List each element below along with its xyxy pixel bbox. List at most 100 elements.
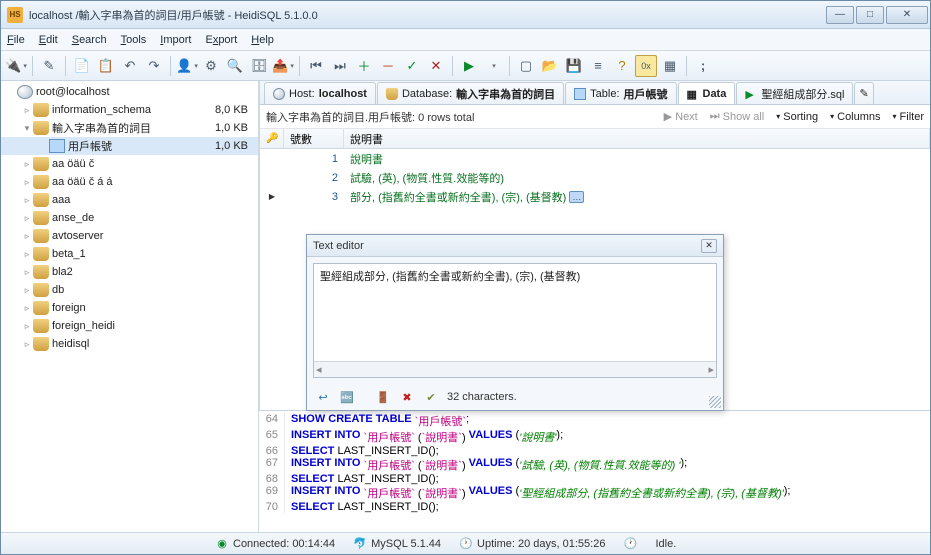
table-row[interactable]: 1說明書 bbox=[260, 149, 930, 168]
tool-open-icon[interactable]: 📂 bbox=[539, 55, 561, 77]
tool-settings-icon[interactable]: ⚙ bbox=[200, 55, 222, 77]
close-button[interactable]: ✕ bbox=[886, 6, 928, 24]
tool-run-icon[interactable]: ▶ bbox=[458, 55, 480, 77]
tree-item[interactable]: 用戶帳號1,0 KB bbox=[1, 137, 258, 155]
tool-grid-icon[interactable]: ▦ bbox=[659, 55, 681, 77]
mysql-icon: 🐬 bbox=[353, 537, 367, 551]
tool-stop-icon[interactable]: ; bbox=[692, 55, 714, 77]
col-header-2[interactable]: 說明書 bbox=[344, 129, 930, 148]
wrap-icon[interactable]: ↩ bbox=[315, 389, 331, 405]
next-icon: ▶ bbox=[664, 110, 672, 123]
tree-item[interactable]: ▹foreign_heidi bbox=[1, 317, 258, 335]
expand-cell-icon[interactable]: … bbox=[569, 191, 584, 203]
tree-item[interactable]: ▹anse_de bbox=[1, 209, 258, 227]
tool-search-icon[interactable]: 🔍 bbox=[224, 55, 246, 77]
text-editor-dialog[interactable]: Text editor ✕ 聖經組成部分, (指舊約全書或新約全書), (宗),… bbox=[306, 234, 724, 411]
text-editor-close-icon[interactable]: ✕ bbox=[701, 239, 717, 253]
showall-icon: ⏭ bbox=[710, 110, 720, 123]
tree-item[interactable]: ▾輸入字串為首的詞目1,0 KB bbox=[1, 119, 258, 137]
tree-item[interactable]: ▹beta_1 bbox=[1, 245, 258, 263]
tool-copy-icon[interactable]: 📄 bbox=[71, 55, 93, 77]
tool-apply-icon[interactable]: ✓ bbox=[401, 55, 423, 77]
connected-icon: ◉ bbox=[215, 537, 229, 551]
text-editor-textarea[interactable]: 聖經組成部分, (指舊約全書或新約全書), (宗), (基督教) ◂▸ bbox=[313, 263, 717, 378]
status-idle: Idle. bbox=[655, 538, 676, 550]
table-row[interactable]: 2試驗, (英), (物質.性質.效能等的) bbox=[260, 168, 930, 187]
tool-newfile-icon[interactable]: ▢ bbox=[515, 55, 537, 77]
tool-snippets-icon[interactable]: ≡ bbox=[587, 55, 609, 77]
tool-users-icon[interactable]: 👤 bbox=[176, 55, 198, 77]
sidebar[interactable]: root@localhost▹information_schema8,0 KB▾… bbox=[1, 81, 259, 532]
char-count: 32 characters. bbox=[447, 391, 517, 403]
menu-export[interactable]: Export bbox=[205, 34, 237, 46]
app-icon: HS bbox=[7, 7, 23, 23]
tree-item[interactable]: root@localhost bbox=[1, 83, 258, 101]
tab-host[interactable]: Host: localhost bbox=[264, 82, 376, 104]
font-icon[interactable]: 🔤 bbox=[339, 389, 355, 405]
maximize-button[interactable]: □ bbox=[856, 6, 884, 24]
status-server-time-icon: 🕐 bbox=[623, 537, 637, 551]
tool-new-icon[interactable]: ✎ bbox=[38, 55, 60, 77]
tab-sql[interactable]: ▶聖經組成部分.sql bbox=[736, 82, 853, 104]
text-editor-ok-icon[interactable]: ✔ bbox=[423, 389, 439, 405]
tool-first-icon[interactable]: ⏮ bbox=[305, 55, 327, 77]
titlebar[interactable]: HS localhost /輸入字串為首的詞目/用戶帳號 - HeidiSQL … bbox=[1, 1, 930, 29]
tool-help-icon[interactable]: ? bbox=[611, 55, 633, 77]
text-editor-apply-icon[interactable]: 🚪 bbox=[375, 389, 391, 405]
menu-import[interactable]: Import bbox=[160, 34, 191, 46]
tool-flush-icon[interactable]: 🗄 bbox=[248, 55, 270, 77]
tool-undo-icon[interactable]: ↶ bbox=[119, 55, 141, 77]
tool-add-icon[interactable]: ＋ bbox=[353, 55, 375, 77]
tool-hex-icon[interactable]: 0x bbox=[635, 55, 657, 77]
tool-run-menu-icon[interactable] bbox=[482, 55, 504, 77]
sorting-button[interactable]: ▾Sorting bbox=[776, 111, 818, 123]
showall-button[interactable]: ⏭Show all bbox=[710, 110, 764, 123]
minimize-button[interactable]: — bbox=[826, 6, 854, 24]
tab-table[interactable]: Table: 用戶帳號 bbox=[565, 82, 676, 104]
tool-remove-icon[interactable]: － bbox=[377, 55, 399, 77]
next-button[interactable]: ▶Next bbox=[664, 110, 698, 123]
tab-data[interactable]: ▦Data bbox=[678, 82, 736, 104]
tree-item[interactable]: ▹foreign bbox=[1, 299, 258, 317]
menu-tools[interactable]: Tools bbox=[121, 34, 147, 46]
app-window: HS localhost /輸入字串為首的詞目/用戶帳號 - HeidiSQL … bbox=[0, 0, 931, 555]
toolbar: 🔌 ✎ 📄 📋 ↶ ↷ 👤 ⚙ 🔍 🗄 📤 ⏮ ⏭ ＋ － ✓ ✕ ▶ ▢ 📂 … bbox=[1, 51, 930, 81]
tool-cancel-icon[interactable]: ✕ bbox=[425, 55, 447, 77]
tool-save-icon[interactable]: 💾 bbox=[563, 55, 585, 77]
tree-item[interactable]: ▹aaa bbox=[1, 191, 258, 209]
menu-help[interactable]: Help bbox=[251, 34, 274, 46]
tab-database[interactable]: Database: 輸入字串為首的詞目 bbox=[377, 82, 564, 104]
menu-edit[interactable]: Edit bbox=[39, 34, 58, 46]
tool-paste-icon[interactable]: 📋 bbox=[95, 55, 117, 77]
sql-log[interactable]: 64SHOW CREATE TABLE `用戶帳號`;65INSERT INTO… bbox=[259, 410, 930, 532]
menu-search[interactable]: Search bbox=[72, 34, 107, 46]
menubar: File Edit Search Tools Import Export Hel… bbox=[1, 29, 930, 51]
tree-item[interactable]: ▹aa öäü č bbox=[1, 155, 258, 173]
col-header-1[interactable]: 號數 bbox=[284, 129, 344, 148]
clock-icon: 🕐 bbox=[459, 537, 473, 551]
statusbar: ◉Connected: 00:14:44 🐬MySQL 5.1.44 🕐Upti… bbox=[1, 532, 930, 554]
status-connected: ◉Connected: 00:14:44 bbox=[215, 537, 335, 551]
text-editor-titlebar[interactable]: Text editor ✕ bbox=[307, 235, 723, 257]
menu-file[interactable]: File bbox=[7, 34, 25, 46]
tree-item[interactable]: ▹bla2 bbox=[1, 263, 258, 281]
table-row[interactable]: 3部分, (指舊約全書或新約全書), (宗), (基督教)… bbox=[260, 187, 930, 206]
text-editor-cancel-icon[interactable]: ✖ bbox=[399, 389, 415, 405]
tool-redo-icon[interactable]: ↷ bbox=[143, 55, 165, 77]
resize-handle[interactable] bbox=[709, 396, 721, 408]
text-editor-hscrollbar[interactable]: ◂▸ bbox=[314, 361, 716, 377]
tree-item[interactable]: ▹db bbox=[1, 281, 258, 299]
key-icon: 🔑 bbox=[266, 133, 278, 144]
tree-item[interactable]: ▹information_schema8,0 KB bbox=[1, 101, 258, 119]
tabs: Host: localhost Database: 輸入字串為首的詞目 Tabl… bbox=[260, 81, 930, 105]
tree-item[interactable]: ▹avtoserver bbox=[1, 227, 258, 245]
tab-new-icon[interactable]: ✎ bbox=[854, 82, 874, 104]
tool-connect-icon[interactable]: 🔌 bbox=[5, 55, 27, 77]
data-toolbar: 輸入字串為首的詞目.用戶帳號: 0 rows total ▶Next ⏭Show… bbox=[260, 105, 930, 129]
columns-button[interactable]: ▾Columns bbox=[830, 111, 880, 123]
filter-button[interactable]: ▾Filter bbox=[893, 111, 924, 123]
tree-item[interactable]: ▹aa öäü č á á bbox=[1, 173, 258, 191]
tool-last-icon[interactable]: ⏭ bbox=[329, 55, 351, 77]
tree-item[interactable]: ▹heidisql bbox=[1, 335, 258, 353]
tool-export-icon[interactable]: 📤 bbox=[272, 55, 294, 77]
